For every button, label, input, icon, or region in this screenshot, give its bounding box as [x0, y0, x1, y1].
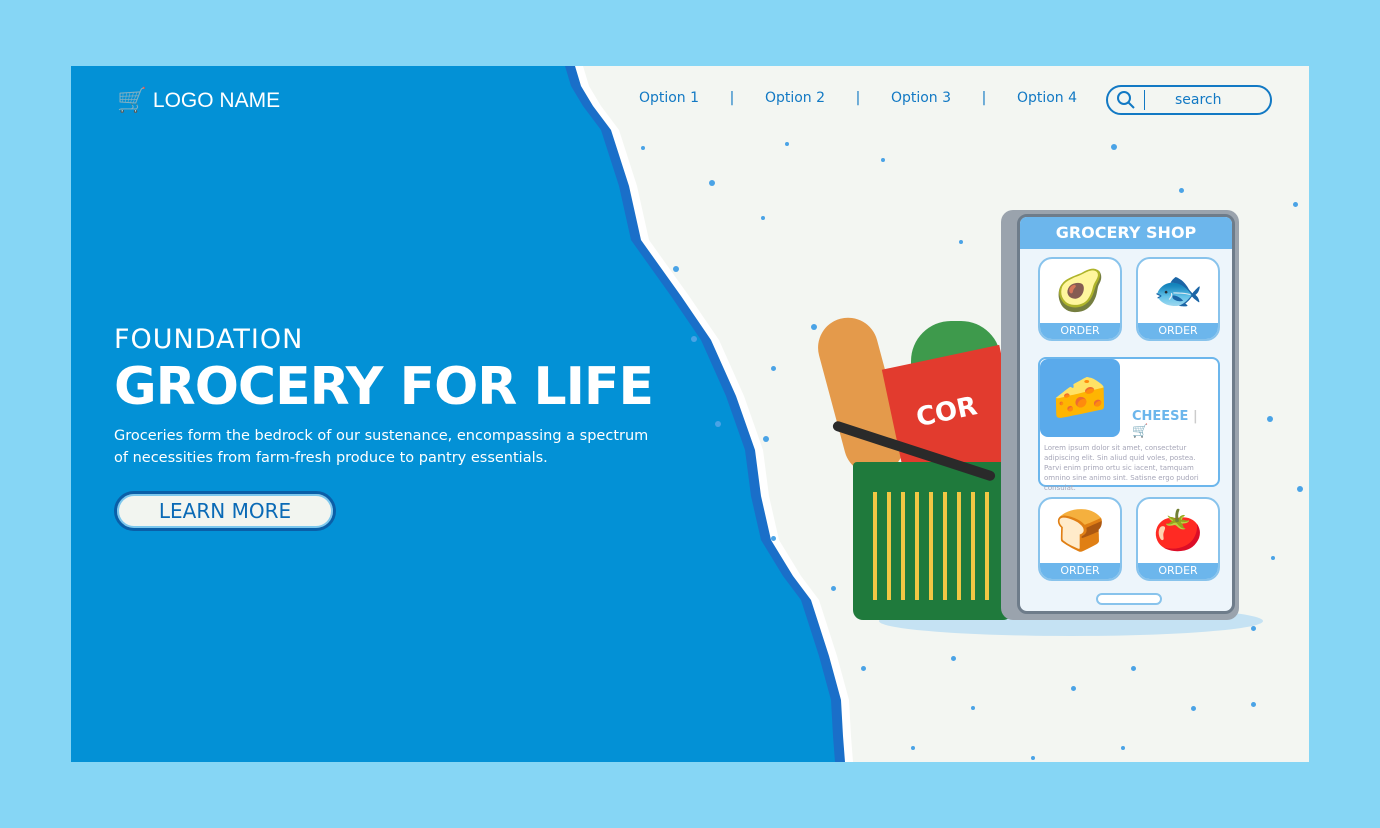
learn-more-button[interactable]: LEARN MORE [114, 491, 336, 531]
phone-mockup: GROCERY SHOP 🥑 ORDER 🐟 ORDER 🧀 CHEESE | 🛒 … [1001, 210, 1239, 620]
decorative-dot [1251, 626, 1256, 631]
hero-title: GROCERY FOR LIFE [114, 357, 654, 417]
product-bread[interactable]: 🍞 ORDER [1038, 497, 1122, 581]
decorative-dot [1071, 686, 1076, 691]
decorative-dot [951, 656, 956, 661]
decorative-dot [911, 746, 915, 750]
product-salmon[interactable]: 🐟 ORDER [1136, 257, 1220, 341]
tomato-icon: 🍅 [1153, 508, 1203, 554]
nav-option-1[interactable]: Option 1 [625, 90, 713, 106]
decorative-dot [881, 158, 885, 162]
cheese-label: CHEESE | 🛒 [1132, 409, 1198, 439]
decorative-dot [861, 666, 866, 671]
nav-menu: Option 1 | Option 2 | Option 3 | Option 4 [625, 90, 1091, 106]
nav-separator: | [729, 90, 735, 106]
decorative-dot [1031, 756, 1035, 760]
product-tomato[interactable]: 🍅 ORDER [1136, 497, 1220, 581]
search-placeholder: search [1175, 92, 1222, 108]
product-avocado[interactable]: 🥑 ORDER [1038, 257, 1122, 341]
decorative-dot [1297, 486, 1303, 492]
salmon-steak-icon: 🐟 [1153, 268, 1203, 314]
search-input[interactable]: search [1106, 85, 1272, 115]
order-button[interactable]: ORDER [1040, 563, 1120, 579]
landing-page: 🛒 LOGO NAME Option 1 | Option 2 | Option 3… [71, 66, 1309, 762]
hero-description: Groceries form the bedrock of our susten… [114, 428, 649, 466]
search-divider [1144, 90, 1145, 110]
nav-option-3[interactable]: Option 3 [877, 90, 965, 106]
home-button[interactable] [1096, 593, 1162, 605]
order-button[interactable]: ORDER [1138, 563, 1218, 579]
decorative-dot [691, 336, 697, 342]
search-icon [1117, 91, 1135, 109]
avocado-icon: 🥑 [1055, 268, 1105, 314]
decorative-dot [959, 240, 963, 244]
cereal-box-text: COR [913, 391, 980, 434]
product-description: Lorem ipsum dolor sit amet, consectetur … [1044, 444, 1199, 492]
decorative-dot [673, 266, 679, 272]
shopping-basket-illustration [853, 462, 1013, 620]
decorative-dot [761, 216, 765, 220]
decorative-dot [971, 706, 975, 710]
add-to-cart-icon[interactable]: 🛒 [1132, 424, 1148, 439]
cheese-icon: 🧀 [1040, 359, 1120, 437]
product-cheese-card[interactable]: 🧀 CHEESE | 🛒 Lorem ipsum dolor sit amet,… [1038, 357, 1220, 492]
decorative-dot [1251, 702, 1256, 707]
decorative-dot [1267, 416, 1273, 422]
decorative-dot [1111, 144, 1117, 150]
hero-subtitle: FOUNDATION [114, 324, 304, 355]
decorative-dot [763, 436, 769, 442]
decorative-dot [1293, 202, 1298, 207]
bread-slice-icon: 🍞 [1055, 508, 1105, 554]
decorative-dot [709, 180, 715, 186]
decorative-dot [715, 421, 721, 427]
order-button[interactable]: ORDER [1040, 323, 1120, 339]
decorative-dot [785, 142, 789, 146]
decorative-dot [641, 146, 645, 150]
decorative-dot [1121, 746, 1125, 750]
logo[interactable]: 🛒 LOGO NAME [117, 86, 280, 115]
decorative-dot [771, 366, 776, 371]
nav-option-4[interactable]: Option 4 [1003, 90, 1091, 106]
decorative-dot [1179, 188, 1184, 193]
nav-separator: | [855, 90, 861, 106]
nav-option-2[interactable]: Option 2 [751, 90, 839, 106]
order-button[interactable]: ORDER [1138, 323, 1218, 339]
decorative-dot [1271, 556, 1275, 560]
decorative-dot [1131, 666, 1136, 671]
logo-text: LOGO NAME [152, 88, 281, 112]
decorative-dot [1191, 706, 1196, 711]
shop-title: GROCERY SHOP [1020, 217, 1232, 249]
cart-icon: 🛒 [117, 87, 147, 114]
nav-separator: | [981, 90, 987, 106]
phone-screen: GROCERY SHOP 🥑 ORDER 🐟 ORDER 🧀 CHEESE | 🛒 … [1017, 214, 1235, 614]
decorative-dot [831, 586, 836, 591]
hero-content: FOUNDATION GROCERY FOR LIFE Groceries fo… [114, 324, 654, 531]
decorative-dot [811, 324, 817, 330]
decorative-dot [771, 536, 776, 541]
